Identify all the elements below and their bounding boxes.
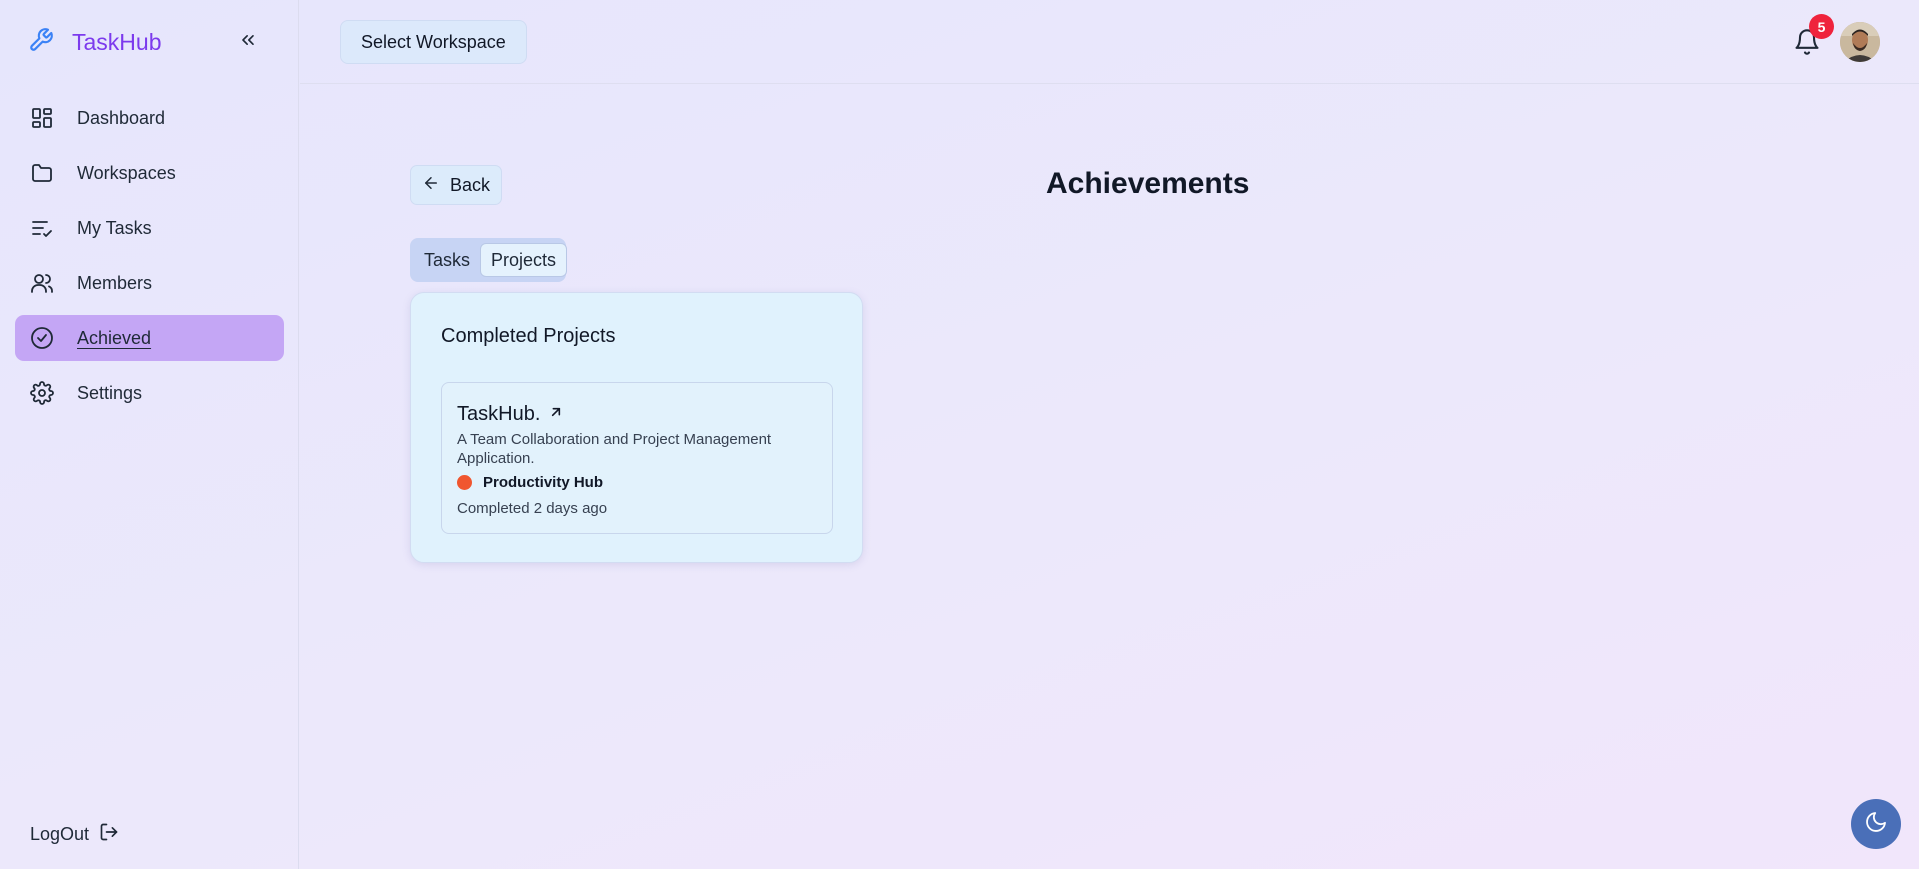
sidebar-item-members[interactable]: Members	[15, 260, 284, 306]
sidebar-item-my-tasks[interactable]: My Tasks	[15, 205, 284, 251]
workspace-name: Productivity Hub	[483, 474, 604, 491]
page-title: Achievements	[1046, 167, 1250, 200]
sidebar-item-label: My Tasks	[77, 217, 152, 238]
sidebar-item-label: Dashboard	[77, 107, 166, 128]
folder-icon	[29, 160, 55, 186]
tab-tasks[interactable]: Tasks	[414, 243, 480, 277]
gear-icon	[29, 380, 55, 406]
theme-toggle-button[interactable]	[1851, 799, 1901, 849]
select-workspace-button[interactable]: Select Workspace	[340, 20, 527, 64]
sidebar-item-label: Members	[77, 272, 153, 293]
arrow-up-right-icon	[548, 403, 564, 426]
users-icon	[29, 270, 55, 296]
completed-time: Completed 2 days ago	[457, 500, 608, 517]
layout-dashboard-icon	[29, 105, 55, 131]
tab-projects[interactable]: Projects	[480, 243, 568, 277]
logout-icon	[99, 822, 119, 847]
workspace-color-dot	[457, 475, 472, 490]
check-circle-icon	[29, 325, 55, 351]
sidebar: TaskHub Dashboard Workspaces My Tasks Me…	[0, 0, 299, 869]
logout-label: LogOut	[30, 824, 90, 844]
achievement-tabs: Tasks Projects	[410, 238, 568, 282]
sidebar-item-label: Achieved	[77, 327, 152, 348]
sidebar-item-achieved[interactable]: Achieved	[15, 315, 284, 361]
sidebar-nav: Dashboard Workspaces My Tasks Members Ac…	[15, 95, 284, 425]
back-button[interactable]: Back	[410, 165, 502, 205]
sidebar-item-label: Workspaces	[77, 162, 176, 183]
collapse-sidebar-button[interactable]	[236, 28, 260, 56]
brand-name: TaskHub	[72, 28, 162, 55]
sidebar-item-settings[interactable]: Settings	[15, 370, 284, 416]
top-bar: Select Workspace 5	[300, 0, 1919, 84]
arrow-left-icon	[422, 174, 440, 197]
sidebar-item-workspaces[interactable]: Workspaces	[15, 150, 284, 196]
project-workspace: Productivity Hub	[457, 474, 603, 491]
logout-button[interactable]: LogOut	[30, 822, 119, 847]
sidebar-item-dashboard[interactable]: Dashboard	[15, 95, 284, 141]
project-link[interactable]: TaskHub.	[457, 403, 564, 426]
list-check-icon	[29, 215, 55, 241]
chevrons-left-icon	[238, 30, 258, 55]
back-label: Back	[449, 174, 491, 195]
avatar[interactable]	[1840, 22, 1880, 62]
project-item: TaskHub. A Team Collaboration and Projec…	[441, 382, 833, 534]
completed-projects-card: Completed Projects TaskHub. A Team Colla…	[410, 292, 863, 563]
moon-icon	[1864, 810, 1888, 839]
project-description: A Team Collaboration and Project Managem…	[457, 431, 772, 467]
brand[interactable]: TaskHub	[28, 26, 161, 58]
project-name: TaskHub.	[457, 403, 541, 425]
sidebar-item-label: Settings	[77, 382, 143, 403]
card-title: Completed Projects	[441, 325, 616, 347]
notification-badge: 5	[1809, 14, 1834, 39]
wrench-icon	[28, 27, 54, 58]
